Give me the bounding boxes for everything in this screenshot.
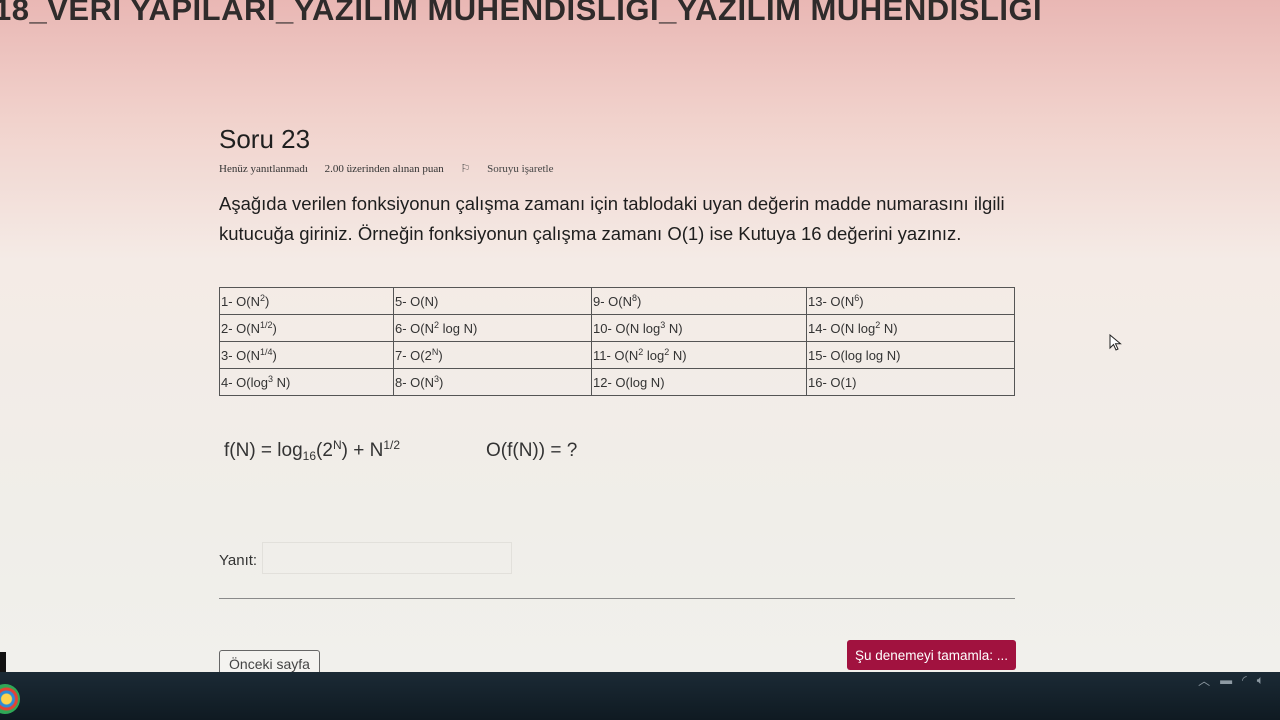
answer-label: Yanıt: [219, 552, 258, 569]
question-title: Soru 23 [219, 124, 311, 154]
cell-text: 14- O(N log [808, 320, 876, 336]
cell-text: ) [272, 347, 277, 363]
table-row: 4- O(log3 N) 8- O(N3) 12- O(log N) 16- O(1) [219, 368, 1015, 396]
complexity-table: 1- O(N2) 5- O(N) 9- O(N8) 13- O(N6) 2- O(N1/… [219, 287, 1015, 396]
table-cell: 6- O(N2 log N) [393, 314, 592, 342]
cell-text: N) [880, 320, 898, 336]
cell-text: 16- O(1) [808, 374, 857, 390]
cell-text: 6- O(N [395, 320, 434, 336]
cell-text: N) [272, 374, 291, 390]
table-cell: 5- O(N) [393, 287, 592, 315]
cell-text: N) [669, 347, 687, 363]
table-cell: 3- O(N1/4) [219, 341, 394, 369]
table-cell: 7- O(2N) [393, 341, 592, 369]
cell-text: 12- O(log N) [593, 374, 665, 390]
flag-question-link[interactable]: ⚐ Soruyu işaretle [461, 163, 568, 175]
table-cell: 16- O(1) [806, 368, 1015, 396]
taskbar [0, 672, 1280, 720]
cell-text: 8- O(N [395, 374, 434, 390]
cell-text: 11- O(N [593, 347, 639, 363]
cell-text: 2- O(N [221, 320, 260, 336]
course-title: 18_VERİ YAPILARI_YAZILIM MÜHENDİSLİĞİ_YA… [0, 0, 1043, 27]
question-info: Henüz yanıtlanmadı 2.00 üzerinden alınan… [219, 162, 581, 175]
cell-text: log N) [439, 320, 478, 336]
cell-text: ) [439, 374, 444, 390]
volume-icon[interactable]: 🔈︎ [1257, 673, 1264, 688]
cell-text: 3- O(N [221, 347, 260, 363]
finish-attempt-button[interactable]: Şu denemeyi tamamla: ... [847, 640, 1016, 670]
formula-sub: 16 [302, 449, 317, 463]
cell-text: 7- O(2 [395, 347, 432, 363]
table-cell: 2- O(N1/2) [219, 314, 394, 342]
formula-sup: N [332, 438, 342, 452]
question-status: Henüz yanıtlanmadı [219, 163, 308, 175]
cell-text: N) [665, 320, 683, 336]
table-cell: 11- O(N2 log2 N) [591, 341, 807, 369]
mouse-cursor-icon [1109, 334, 1122, 351]
cell-text: 15- O(log log N) [808, 347, 901, 363]
table-cell: 10- O(N log3 N) [591, 314, 807, 342]
table-cell: 13- O(N6) [806, 287, 1015, 315]
table-cell: 1- O(N2) [219, 287, 394, 315]
flag-icon: ⚐ [460, 163, 471, 175]
wifi-icon[interactable]: ◜ [1242, 673, 1247, 687]
table-cell: 15- O(log log N) [806, 341, 1015, 369]
divider [219, 598, 1015, 599]
cell-text: 9- O(N [593, 293, 632, 309]
cell-text: 13- O(N [808, 293, 855, 309]
cell-text: 5- O(N) [395, 293, 439, 309]
table-cell: 12- O(log N) [591, 368, 807, 396]
flag-question-label: Soruyu işaretle [487, 163, 554, 175]
cell-superscript: 1/2 [260, 319, 273, 330]
cell-text: ) [438, 347, 443, 363]
formula-part: (2 [316, 440, 333, 461]
question-points: 2.00 üzerinden alınan puan [324, 163, 444, 175]
function-formula: f(N) = log16(2N) + N1/2 [224, 438, 400, 463]
battery-icon[interactable]: ▬ [1220, 673, 1232, 687]
table-cell: 14- O(N log2 N) [806, 314, 1015, 342]
cell-text: ) [637, 293, 642, 309]
cell-text: log [643, 347, 665, 363]
cell-text: 10- O(N log [593, 320, 661, 336]
chevron-up-icon[interactable]: ︿ [1198, 672, 1210, 689]
cell-text: 4- O(log [221, 374, 268, 390]
table-row: 3- O(N1/4) 7- O(2N) 11- O(N2 log2 N) 15- O(… [219, 341, 1015, 369]
table-row: 1- O(N2) 5- O(N) 9- O(N8) 13- O(N6) [219, 287, 1015, 315]
formula-sup: 1/2 [383, 438, 400, 452]
cell-text: ) [265, 293, 270, 309]
system-tray: ︿ ▬ ◜ 🔈︎ [1198, 671, 1264, 689]
table-cell: 9- O(N8) [591, 287, 807, 315]
formula-part: f(N) = log [224, 440, 303, 461]
formula-part: ) + N [341, 440, 384, 461]
cell-superscript: 1/4 [260, 346, 273, 357]
cell-text: ) [272, 320, 277, 336]
big-o-question: O(f(N)) = ? [486, 440, 578, 461]
table-cell: 4- O(log3 N) [219, 368, 394, 396]
question-prompt: Aşağıda verilen fonksiyonun çalışma zama… [219, 193, 1005, 244]
cell-text: 1- O(N [221, 293, 260, 309]
answer-input[interactable] [262, 542, 512, 574]
table-cell: 8- O(N3) [393, 368, 592, 396]
cell-text: ) [859, 293, 864, 309]
table-row: 2- O(N1/2) 6- O(N2 log N) 10- O(N log3 N) 1… [219, 314, 1015, 342]
